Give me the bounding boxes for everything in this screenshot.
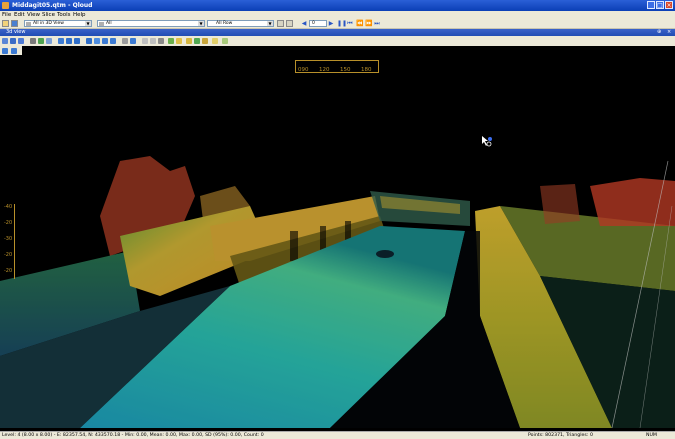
- chevron-down-icon: ▼: [85, 21, 91, 26]
- save-icon[interactable]: [11, 20, 18, 27]
- pin-icon[interactable]: ⊕: [657, 29, 661, 36]
- pause-icon[interactable]: ❚❚: [337, 20, 347, 27]
- iso-view-icon[interactable]: [94, 38, 100, 44]
- point-icon[interactable]: [58, 38, 64, 44]
- bottom-view-icon[interactable]: [110, 38, 116, 44]
- menu-file[interactable]: File: [2, 11, 11, 19]
- menu-help[interactable]: Help: [73, 11, 86, 19]
- view-icon: [26, 22, 31, 26]
- back-view-icon[interactable]: [102, 38, 108, 44]
- depth-scale: -40 -20 -30 -20 -20: [2, 204, 15, 279]
- menu-tools[interactable]: Tools: [57, 11, 71, 19]
- depth-label: -30: [4, 236, 13, 242]
- point-cloud-render: [0, 156, 675, 428]
- folder-icon[interactable]: [176, 38, 182, 44]
- heading-compass: 090 120 150 180: [295, 60, 379, 73]
- view-toolbar: [0, 36, 675, 46]
- menu-bar: File Edit View Slice Tools Help: [0, 11, 675, 19]
- main-toolbar: All in 3D View ▼ All ▼ All Row ▼ ◀ 0 ▶ ❚…: [0, 19, 675, 29]
- depth-label: -20: [4, 268, 13, 274]
- window-title: Middagit05.qtm - Qloud: [12, 2, 93, 9]
- minimize-icon: _: [649, 2, 653, 9]
- slice-icon[interactable]: [122, 38, 128, 44]
- filter-icon[interactable]: [277, 20, 284, 27]
- tool-icon[interactable]: [222, 38, 228, 44]
- view-toolbar-row2: [0, 46, 22, 55]
- menu-slice[interactable]: Slice: [42, 11, 55, 19]
- compass-label: 180: [361, 67, 372, 73]
- minimize-button[interactable]: _: [647, 1, 655, 9]
- cursor-icon: [482, 136, 492, 147]
- maximize-button[interactable]: □: [656, 1, 664, 9]
- step-back-icon[interactable]: ◀: [301, 20, 307, 27]
- select-icon[interactable]: [2, 38, 8, 44]
- label-icon[interactable]: [186, 38, 192, 44]
- front-view-icon[interactable]: [74, 38, 80, 44]
- edit-filter-icon[interactable]: [286, 20, 293, 27]
- chevron-down-icon: ▼: [198, 21, 204, 26]
- frame-input[interactable]: 0: [309, 20, 327, 27]
- color-icon[interactable]: [168, 38, 174, 44]
- chevron-down-icon: ▼: [267, 21, 273, 26]
- note-icon[interactable]: [202, 38, 208, 44]
- pan-icon[interactable]: [10, 38, 16, 44]
- close-icon: ×: [666, 2, 672, 9]
- dropdown-icon[interactable]: [150, 38, 156, 44]
- side-view-icon[interactable]: [86, 38, 92, 44]
- camera-icon[interactable]: [130, 38, 136, 44]
- first-frame-icon[interactable]: ⏮: [347, 20, 353, 27]
- rotate-icon[interactable]: [18, 38, 24, 44]
- 3d-view-panel-header: 3d view ⊕ ×: [0, 29, 675, 36]
- status-bar: Level: 4 (8.00 x 8.00) - E: 82357.54, N:…: [0, 431, 675, 439]
- close-button[interactable]: ×: [665, 1, 673, 9]
- menu-view[interactable]: View: [27, 11, 40, 19]
- layer-icon: [99, 22, 104, 26]
- status-info: Level: 4 (8.00 x 8.00) - E: 82357.54, N:…: [2, 433, 264, 438]
- compass-label: 120: [319, 67, 330, 73]
- grid-icon[interactable]: [30, 38, 36, 44]
- qloud-logo-icon: [2, 2, 9, 9]
- reset-view-icon[interactable]: [11, 48, 17, 54]
- forward-icon[interactable]: ⏩: [365, 20, 372, 27]
- 3d-viewport[interactable]: [0, 56, 675, 428]
- axis-icon[interactable]: [2, 48, 8, 54]
- view-combo[interactable]: All in 3D View ▼: [24, 20, 92, 27]
- menu-edit[interactable]: Edit: [14, 11, 25, 19]
- compass-label: 150: [340, 67, 351, 73]
- maximize-icon: □: [657, 2, 663, 9]
- compass-label: 090: [298, 67, 309, 73]
- top-view-icon[interactable]: [66, 38, 72, 44]
- check-icon[interactable]: [194, 38, 200, 44]
- status-points: Points: 802371, Triangles: 0: [528, 433, 593, 438]
- rewind-icon[interactable]: ⏪: [356, 20, 363, 27]
- zoom-icon[interactable]: [38, 38, 44, 44]
- layer-combo[interactable]: All ▼: [97, 20, 205, 27]
- depth-label: -20: [4, 220, 13, 226]
- play-icon[interactable]: ▶: [328, 20, 334, 27]
- depth-label: -20: [4, 252, 13, 258]
- last-frame-icon[interactable]: ⏭: [374, 20, 380, 27]
- title-bar: Middagit05.qtm - Qloud _ □ ×: [0, 0, 675, 11]
- open-icon[interactable]: [2, 20, 9, 27]
- status-num: NUM: [646, 433, 657, 438]
- mode-combo[interactable]: All Row ▼: [207, 20, 274, 27]
- close-panel-icon[interactable]: ×: [667, 29, 671, 36]
- panel-title: 3d view: [6, 29, 26, 35]
- layers-icon[interactable]: [142, 38, 148, 44]
- light-icon[interactable]: [212, 38, 218, 44]
- settings-icon[interactable]: [158, 38, 164, 44]
- depth-label: -40: [4, 204, 13, 210]
- measure-icon[interactable]: [46, 38, 52, 44]
